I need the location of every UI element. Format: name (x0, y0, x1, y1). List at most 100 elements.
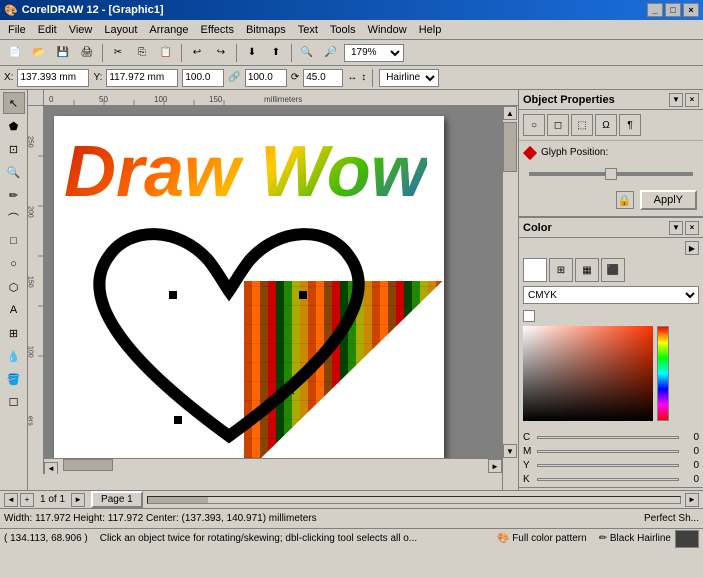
scroll-up-btn[interactable]: ▲ (503, 106, 517, 120)
save-btn[interactable]: 💾 (52, 42, 74, 64)
scroll-left-btn[interactable]: ◄ (44, 462, 58, 475)
angle-input[interactable] (303, 69, 343, 87)
scrollbar-horizontal[interactable]: ◄ ► (44, 458, 502, 474)
color-panel-close-btn[interactable]: × (685, 221, 699, 235)
scroll-hthumb[interactable] (63, 459, 113, 471)
outline-tool[interactable]: ☐ (3, 391, 25, 413)
menu-file[interactable]: File (2, 22, 32, 38)
paste-btn[interactable]: 📋 (155, 42, 177, 64)
status-hint: Click an object twice for rotating/skewi… (100, 533, 493, 544)
color-picker[interactable] (523, 326, 653, 421)
menu-arrange[interactable]: Arrange (143, 22, 194, 38)
open-btn[interactable]: 📂 (28, 42, 50, 64)
color-checkbox[interactable] (523, 310, 535, 322)
select-tool[interactable]: ↖ (3, 92, 25, 114)
apply-button[interactable]: ApplY (640, 190, 697, 210)
obj-props-btn-3[interactable]: ⬚ (571, 114, 593, 136)
hue-bar[interactable] (657, 326, 669, 421)
shape-tool[interactable]: ⬟ (3, 115, 25, 137)
scroll-right-end-btn[interactable]: ► (685, 493, 699, 507)
zoom-select[interactable]: 179% (344, 44, 404, 62)
w-input[interactable] (182, 69, 224, 87)
canvas-container[interactable]: Draw Wow × (44, 106, 518, 474)
cmyk-sliders: C 0 M 0 Y 0 K 0 (519, 430, 703, 487)
mirror-h[interactable]: ↔ (347, 72, 357, 83)
slider-thumb[interactable] (605, 168, 617, 180)
mirror-v[interactable]: ↕ (361, 72, 366, 83)
page-prev-btn[interactable]: ◄ (4, 493, 18, 507)
status-color-preview (675, 530, 699, 548)
color-icon-2[interactable]: ▦ (575, 258, 599, 282)
rect-tool[interactable]: □ (3, 230, 25, 252)
color-options-btn[interactable]: ▶ (685, 241, 699, 255)
polygon-tool[interactable]: ⬡ (3, 276, 25, 298)
obj-props-btn-4[interactable]: Ω (595, 114, 617, 136)
scrollbar-vertical[interactable]: ▲ ▼ (502, 106, 518, 458)
text-tool[interactable]: A (3, 299, 25, 321)
freehand-tool[interactable]: ✏ (3, 184, 25, 206)
k-slider[interactable] (537, 478, 679, 481)
crop-tool[interactable]: ⊡ (3, 138, 25, 160)
obj-props-btn-5[interactable]: ¶ (619, 114, 641, 136)
menu-view[interactable]: View (63, 22, 99, 38)
copy-btn[interactable]: ⎘ (131, 42, 153, 64)
line-style-select[interactable]: Hairline (379, 69, 439, 87)
menu-text[interactable]: Text (292, 22, 324, 38)
page-tab[interactable]: Page 1 (91, 491, 143, 508)
print-btn[interactable]: 🖨 (76, 42, 98, 64)
import-btn[interactable]: ⬇ (241, 42, 263, 64)
color-panel-arrow-btn[interactable]: ▼ (669, 221, 683, 235)
scroll-thumb[interactable] (503, 122, 517, 172)
ellipse-tool[interactable]: ○ (3, 253, 25, 275)
new-btn[interactable]: 📄 (4, 42, 26, 64)
obj-props-btn-1[interactable]: ○ (523, 114, 545, 136)
zoom-out-btn[interactable]: 🔎 (320, 42, 342, 64)
page-next-btn[interactable]: ► (71, 493, 85, 507)
smart-draw-tool[interactable]: ⌒ (3, 207, 25, 229)
h-input[interactable] (245, 69, 287, 87)
x-input[interactable] (17, 69, 89, 87)
y-input[interactable] (106, 69, 178, 87)
m-label: M (523, 446, 533, 457)
scroll-right-btn[interactable]: ► (488, 459, 502, 473)
m-slider[interactable] (537, 450, 679, 453)
page-add-btn[interactable]: + (20, 493, 34, 507)
minimize-btn[interactable]: _ (647, 3, 663, 17)
export-btn[interactable]: ⬆ (265, 42, 287, 64)
glyph-slider[interactable] (525, 166, 697, 182)
menu-tools[interactable]: Tools (324, 22, 362, 38)
obj-props-close-btn[interactable]: × (685, 93, 699, 107)
eyedropper-tool[interactable]: 💧 (3, 345, 25, 367)
obj-props-btn-2[interactable]: ◻ (547, 114, 569, 136)
close-btn[interactable]: × (683, 3, 699, 17)
color-icon-1[interactable]: ⊞ (549, 258, 573, 282)
fill-tool[interactable]: 🪣 (3, 368, 25, 390)
white-swatch[interactable] (523, 258, 547, 282)
menu-bitmaps[interactable]: Bitmaps (240, 22, 292, 38)
color-mode-select[interactable]: CMYK (523, 286, 699, 304)
lock-icon[interactable]: 🔒 (616, 191, 634, 209)
menu-effects[interactable]: Effects (195, 22, 240, 38)
maximize-btn[interactable]: □ (665, 3, 681, 17)
h-scrollbar-track[interactable] (147, 496, 681, 504)
obj-props-arrow-btn[interactable]: ▼ (669, 93, 683, 107)
menu-help[interactable]: Help (413, 22, 448, 38)
c-slider[interactable] (537, 436, 679, 439)
right-panel: Object Properties ▼ × ○ ◻ ⬚ Ω ¶ Glyph Po… (518, 90, 703, 490)
scroll-down-btn[interactable]: ▼ (503, 444, 517, 458)
y-slider[interactable] (537, 464, 679, 467)
zoom-tool[interactable]: 🔍 (3, 161, 25, 183)
redo-btn[interactable]: ↪ (210, 42, 232, 64)
table-tool[interactable]: ⊞ (3, 322, 25, 344)
glyph-row: Glyph Position: (525, 147, 697, 158)
menu-window[interactable]: Window (362, 22, 413, 38)
undo-btn[interactable]: ↩ (186, 42, 208, 64)
color-panel-title: Color (523, 222, 552, 234)
zoom-in-btn[interactable]: 🔍 (296, 42, 318, 64)
page-count: 1 of 1 (40, 494, 65, 505)
menu-edit[interactable]: Edit (32, 22, 63, 38)
cut-btn[interactable]: ✂ (107, 42, 129, 64)
menu-layout[interactable]: Layout (98, 22, 143, 38)
color-icon-3[interactable]: ⬛ (601, 258, 625, 282)
h-scrollbar-thumb[interactable] (148, 497, 208, 503)
